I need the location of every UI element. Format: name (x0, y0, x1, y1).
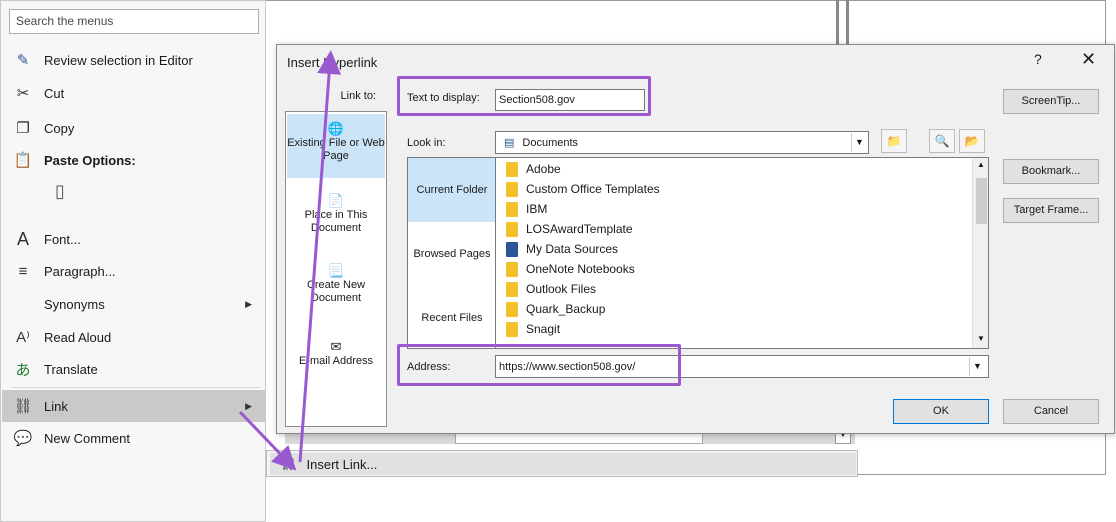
annotation-arrow (298, 50, 342, 463)
annotation-arrows (238, 50, 342, 471)
annotation-arrow (238, 410, 297, 471)
